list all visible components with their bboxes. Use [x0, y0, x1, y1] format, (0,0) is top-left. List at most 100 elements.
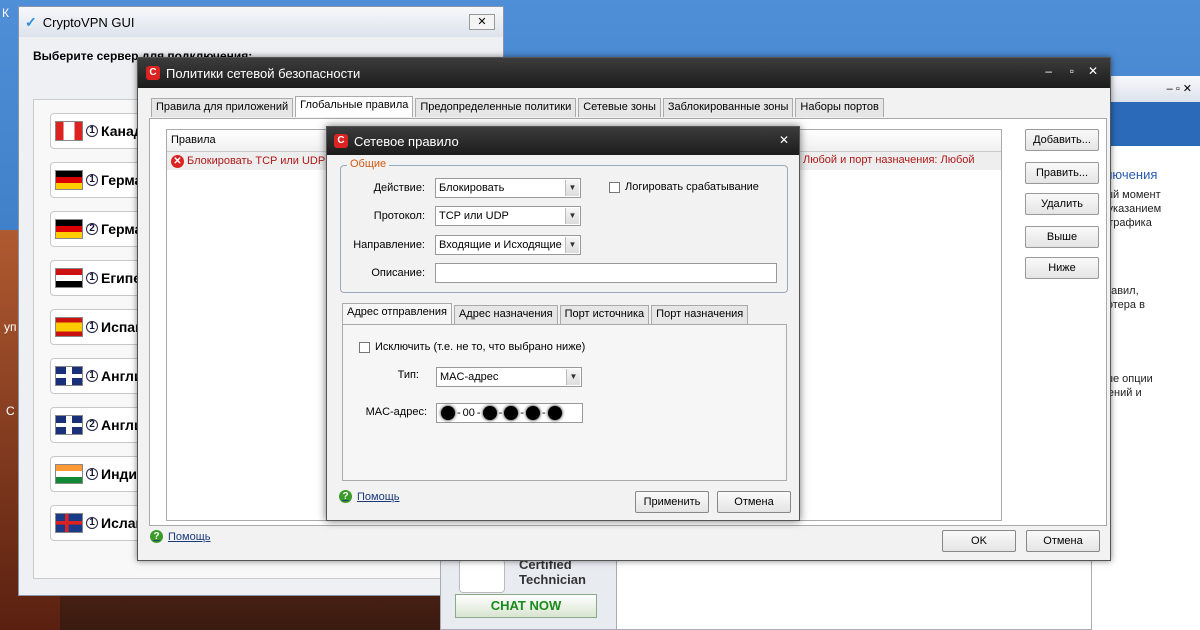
tab-3[interactable]: Сетевые зоны — [578, 98, 661, 117]
chevron-down-icon: ▼ — [565, 208, 579, 224]
server-number: 1 — [86, 370, 98, 382]
group-label: Общие — [347, 158, 390, 170]
help-link[interactable]: ? Помощь — [339, 490, 400, 503]
address-tabs: Адрес отправления Адрес назначения Порт ис… — [342, 303, 749, 324]
tab-2[interactable]: Предопределенные политики — [415, 98, 577, 117]
help-link[interactable]: ? Помощь — [150, 530, 211, 543]
certified-technician-label: Certified Technician — [519, 557, 586, 587]
address-tab-1[interactable]: Адрес назначения — [453, 305, 558, 324]
ok-button[interactable]: OK — [942, 530, 1016, 552]
server-name: Египе — [101, 270, 142, 286]
help-icon: ? — [150, 530, 163, 543]
redacted-octet — [525, 406, 540, 420]
mac-separator: - — [498, 407, 503, 419]
network-rule-dialog: C Сетевое правило ✕ Общие Действие: Блок… — [326, 126, 800, 521]
comodo-logo-icon: C — [334, 134, 348, 148]
maximize-button[interactable]: ▫ — [1070, 64, 1074, 78]
apply-button[interactable]: Применить — [635, 491, 709, 513]
block-icon: ✕ — [171, 154, 184, 168]
policy-tabs: Правила для приложений Глобальные правила… — [151, 96, 884, 117]
mac-address-input[interactable]: - 00 - - - - — [436, 403, 583, 423]
chevron-down-icon: ▼ — [565, 180, 579, 196]
type-value: MAC-адрес — [440, 371, 499, 383]
server-number: 2 — [86, 223, 98, 235]
address-tab-0[interactable]: Адрес отправления — [342, 303, 452, 324]
canada-flag-icon — [55, 121, 83, 141]
germany-flag-icon — [55, 170, 83, 190]
server-number: 1 — [86, 125, 98, 137]
mac-separator: - — [457, 407, 461, 419]
description-input[interactable] — [435, 263, 777, 283]
background-text: правил, ьютера в — [1099, 285, 1145, 311]
checkbox-box — [609, 181, 620, 193]
protocol-select[interactable]: TCP или UDP ▼ — [435, 206, 581, 226]
mac-separator: - — [541, 407, 546, 419]
close-button[interactable]: ✕ — [779, 133, 789, 147]
checkbox-box — [359, 341, 370, 353]
move-down-button[interactable]: Ниже — [1025, 257, 1099, 279]
direction-select[interactable]: Входящие и Исходящие ▼ — [435, 235, 581, 255]
mac-label: MAC-адрес: — [365, 406, 427, 418]
rule-text: Блокировать TCP или UDP в — [187, 155, 334, 167]
cryptovpn-titlebar: ✓ CryptoVPN GUI — [19, 7, 503, 37]
add-rule-button[interactable]: Добавить... — [1025, 129, 1099, 151]
cancel-button[interactable]: Отмена — [717, 491, 791, 513]
server-number: 1 — [86, 272, 98, 284]
cancel-button[interactable]: Отмена — [1026, 530, 1100, 552]
action-value: Блокировать — [439, 182, 505, 194]
type-label: Тип: — [397, 369, 419, 381]
description-label: Описание: — [371, 267, 425, 279]
minimize-button[interactable]: – — [1045, 64, 1052, 78]
chat-now-button[interactable]: CHAT NOW — [455, 594, 597, 618]
address-tab-2[interactable]: Порт источника — [559, 305, 650, 324]
tab-4[interactable]: Заблокированные зоны — [662, 98, 794, 117]
technician-icon — [459, 559, 505, 593]
server-number: 1 — [86, 321, 98, 333]
india-flag-icon — [55, 464, 83, 484]
tab-0[interactable]: Правила для приложений — [151, 98, 294, 117]
germany-flag-icon — [55, 219, 83, 239]
server-number: 2 — [86, 419, 98, 431]
tab-5[interactable]: Наборы портов — [795, 98, 884, 117]
cryptovpn-close-button[interactable]: ✕ — [469, 14, 495, 30]
source-address-panel: Исключить (т.е. не то, что выбрано ниже)… — [342, 324, 787, 481]
dialog-title: Сетевое правило — [354, 133, 459, 149]
iceland-flag-icon — [55, 513, 83, 533]
network-rule-titlebar: C Сетевое правило ✕ — [327, 127, 799, 155]
server-number: 1 — [86, 517, 98, 529]
redacted-octet — [441, 406, 455, 420]
address-tab-3[interactable]: Порт назначения — [651, 305, 749, 324]
tab-1[interactable]: Глобальные правила — [295, 96, 414, 117]
background-heading: в — [1099, 264, 1199, 278]
type-select[interactable]: MAC-адрес ▼ — [436, 367, 582, 387]
comodo-logo-icon: C — [146, 66, 160, 80]
log-label: Логировать срабатывание — [625, 181, 759, 193]
dialog-title: Политики сетевой безопасности — [166, 65, 361, 81]
action-label: Действие: — [373, 182, 425, 194]
cryptovpn-title: CryptoVPN GUI — [42, 14, 135, 30]
direction-label: Направление: — [353, 239, 425, 251]
server-number: 1 — [86, 174, 98, 186]
edit-rule-button[interactable]: Править... — [1025, 162, 1099, 184]
move-up-button[interactable]: Выше — [1025, 226, 1099, 248]
log-checkbox[interactable]: Логировать срабатывание — [609, 181, 759, 193]
action-select[interactable]: Блокировать ▼ — [435, 178, 581, 198]
exclude-label: Исключить (т.е. не то, что выбрано ниже) — [375, 341, 586, 353]
uk-flag-icon — [55, 366, 83, 386]
delete-rule-button[interactable]: Удалить — [1025, 193, 1099, 215]
rule-text-destination: Любой и порт назначения: Любой — [803, 154, 975, 166]
background-text: ные опции щений и — [1099, 373, 1153, 399]
general-group: Общие Действие: Блокировать ▼ Логировать… — [340, 158, 788, 293]
help-icon: ? — [339, 490, 352, 503]
mac-octet: 00 — [462, 407, 475, 419]
close-button[interactable]: ✕ — [1088, 64, 1098, 78]
exclude-checkbox[interactable]: Исключить (т.е. не то, что выбрано ниже) — [359, 341, 585, 353]
desktop-text: уп — [4, 320, 17, 334]
direction-value: Входящие и Исходящие — [439, 239, 562, 251]
redacted-octet — [547, 406, 562, 420]
help-label: Помощь — [357, 490, 400, 503]
protocol-label: Протокол: — [373, 210, 425, 222]
help-label: Помощь — [168, 530, 211, 543]
redacted-octet — [482, 406, 497, 420]
background-text: ный момент с указанием и трафика — [1099, 189, 1162, 229]
